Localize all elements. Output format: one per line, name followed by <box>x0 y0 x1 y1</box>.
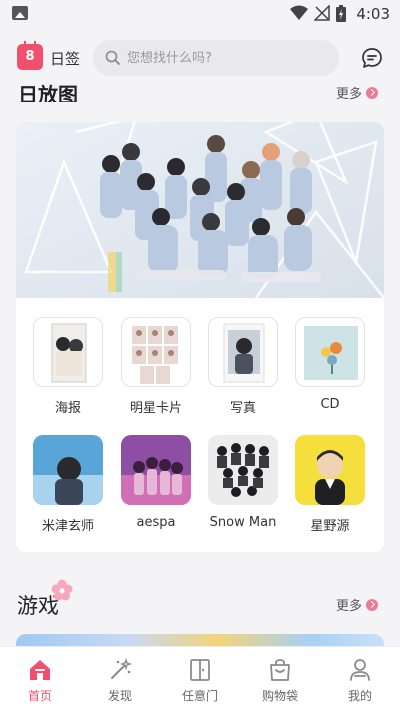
featured-banner-image[interactable] <box>16 122 384 298</box>
category-cd[interactable]: CD <box>286 317 374 412</box>
top-header: 8 日签 <box>0 28 400 88</box>
category-artist-2[interactable]: aespa <box>112 435 200 530</box>
wifi-icon <box>290 5 308 20</box>
search-bar[interactable] <box>93 40 339 76</box>
more-link-games[interactable]: 更多 <box>336 595 379 614</box>
category-artist-4[interactable]: 星野源 <box>286 435 374 534</box>
gallery-notification-icon <box>12 6 28 20</box>
artist-thumbnail <box>33 435 103 505</box>
search-input[interactable] <box>127 40 327 76</box>
star-card-thumbnail <box>121 317 191 387</box>
cherry-blossom-icon <box>51 579 73 601</box>
nav-profile[interactable]: 我的 <box>320 647 400 711</box>
category-star-card[interactable]: 明星卡片 <box>112 317 200 416</box>
featured-card: 海报 明星卡片 写真 CD 米津玄师 aespa Snow Man 星野源 <box>16 122 384 552</box>
daily-sign-label[interactable]: 日签 <box>50 48 80 69</box>
battery-charging-icon <box>336 5 346 22</box>
cd-thumbnail <box>295 317 365 387</box>
category-label: aespa <box>136 515 176 530</box>
category-artist-1[interactable]: 米津玄师 <box>24 435 112 534</box>
category-label: 海报 <box>54 401 81 416</box>
category-label: Snow Man <box>209 515 277 530</box>
home-icon <box>30 660 50 680</box>
more-link-daily[interactable]: 更多 <box>336 83 379 102</box>
banner-artwork <box>16 122 384 298</box>
artist-thumbnail <box>208 435 278 505</box>
calendar-day: 8 <box>25 49 35 64</box>
profile-icon <box>350 659 370 681</box>
bottom-navigation: 首页 发现 任意门 购物袋 我的 <box>0 646 400 711</box>
more-label: 更多 <box>336 599 363 614</box>
nav-label: 首页 <box>27 689 52 703</box>
artist-thumbnail <box>121 435 191 505</box>
no-signal-icon <box>314 5 330 21</box>
chevron-right-icon <box>366 86 379 99</box>
category-photo[interactable]: 写真 <box>199 317 287 416</box>
message-icon[interactable] <box>360 46 384 70</box>
category-label: 明星卡片 <box>129 401 182 416</box>
search-icon <box>105 50 121 66</box>
category-artist-3[interactable]: Snow Man <box>199 435 287 530</box>
nav-label: 任意门 <box>181 689 218 703</box>
more-label: 更多 <box>336 87 363 102</box>
category-label: 星野源 <box>310 519 350 534</box>
door-icon <box>190 659 210 681</box>
category-label: CD <box>320 397 340 412</box>
status-bar: 4:03 <box>0 0 400 28</box>
nav-label: 购物袋 <box>261 689 298 703</box>
nav-label: 发现 <box>107 689 132 703</box>
nav-anywhere-door[interactable]: 任意门 <box>160 647 240 711</box>
nav-discover[interactable]: 发现 <box>80 647 160 711</box>
chevron-right-icon <box>366 598 379 611</box>
section-title-daily: 日放图 <box>18 83 78 102</box>
photo-thumbnail <box>208 317 278 387</box>
nav-label: 我的 <box>347 689 372 703</box>
shopping-bag-icon <box>270 659 290 681</box>
poster-thumbnail <box>33 317 103 387</box>
nav-shopping-bag[interactable]: 购物袋 <box>240 647 320 711</box>
calendar-icon[interactable]: 8 <box>17 41 43 70</box>
category-label: 写真 <box>229 401 256 416</box>
category-poster[interactable]: 海报 <box>24 317 112 416</box>
clock: 4:03 <box>356 5 390 23</box>
nav-home[interactable]: 首页 <box>0 647 80 711</box>
category-label: 米津玄师 <box>41 519 94 534</box>
artist-thumbnail <box>295 435 365 505</box>
magic-wand-icon <box>111 657 133 679</box>
